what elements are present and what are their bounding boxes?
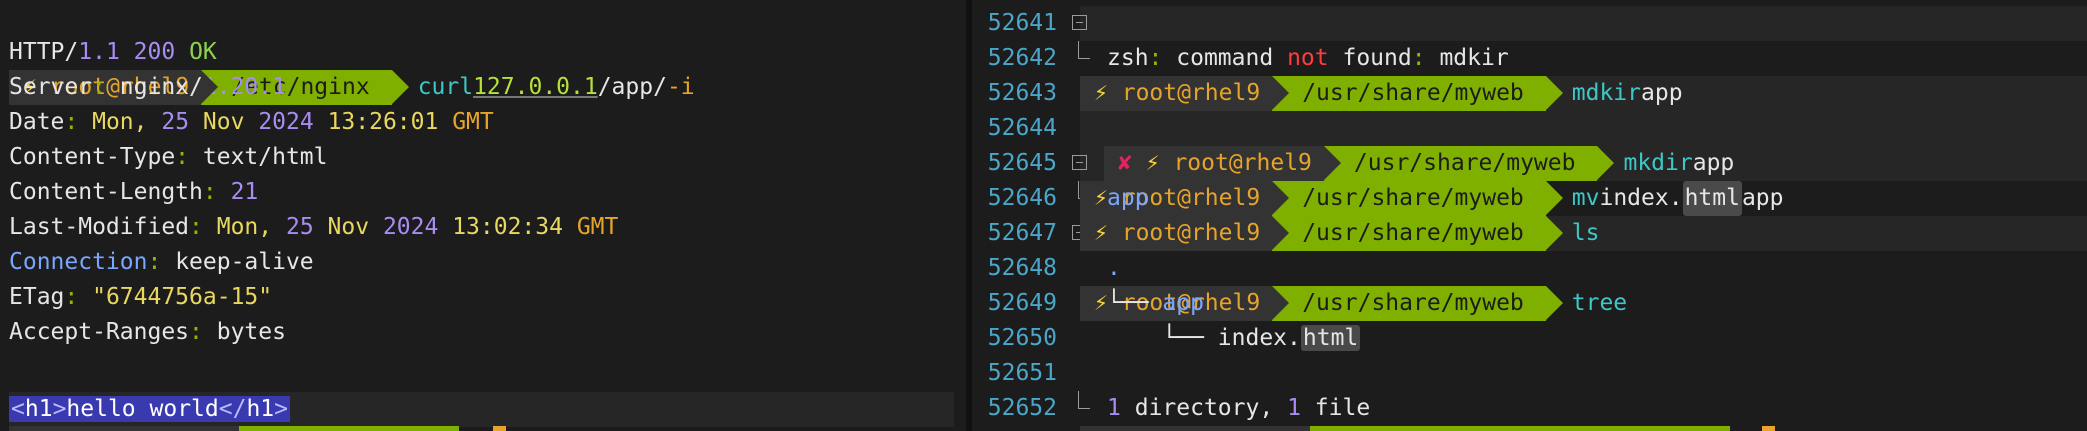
line-number: 52647 (987, 220, 1057, 246)
right-terminal-pane[interactable]: 52641 52642 52643 52644 52645 52646 5264… (972, 0, 2087, 431)
tree-file-entry: └── index.html (1162, 325, 1361, 351)
next-prompt-peek (9, 426, 949, 431)
left-prompt-line: ⚡ root@rhel9/etc/nginx curl 127.0.0.1/app… (9, 0, 949, 105)
line-number: 52650 (987, 325, 1057, 351)
fold-end-icon (1069, 391, 1091, 426)
next-prompt-peek (1080, 426, 2080, 431)
header-date: Date: Mon, 25 Nov 2024 13:26:01 GMT (9, 109, 494, 135)
ls-output: app (1107, 185, 1149, 211)
line-number: 52644 (987, 115, 1057, 141)
header-content-length: Content-Length: 21 (9, 179, 259, 205)
line-number: 52652 (987, 395, 1057, 421)
header-connection: Connection: keep-alive (9, 249, 314, 275)
line-number: 52651 (987, 360, 1057, 386)
prompt-line-mkdir: ✘ ⚡ root@rhel9/usr/share/myweb mkdir app (1104, 76, 1734, 181)
line-number: 52649 (987, 290, 1057, 316)
line-number: 52645 (987, 150, 1057, 176)
line-number: 52646 (987, 185, 1057, 211)
line-number: 52643 (987, 80, 1057, 106)
lightning-icon: ⚡ (1094, 290, 1108, 316)
error-line: zsh: command not found: mdkir (1107, 45, 1509, 71)
cursor (1762, 426, 1775, 431)
header-etag: ETag: "6744756a-15" (9, 284, 273, 310)
left-terminal-pane[interactable]: ⚡ root@rhel9/etc/nginx curl 127.0.0.1/app… (0, 0, 954, 431)
line-number: 52641 (987, 10, 1057, 36)
tree-summary: 1 directory, 1 file (1107, 395, 1371, 421)
line-number: 52648 (987, 255, 1057, 281)
prompt-line-mv: ⚡ root@rhel9/usr/share/myweb mv index. htm… (1080, 111, 1784, 216)
line-number: 52642 (987, 45, 1057, 71)
header-last-modified: Last-Modified: Mon, 25 Nov 2024 13:02:34… (9, 214, 619, 240)
status-line: HTTP/1.1 200 OK (9, 39, 217, 65)
tree-dir-entry: └── app (1107, 290, 1204, 316)
response-body: <h1>hello world</h1> (9, 392, 954, 427)
response-body-selection[interactable]: <h1>hello world</h1> (9, 396, 291, 422)
header-accept-ranges: Accept-Ranges: bytes (9, 319, 286, 345)
tree-root: . (1107, 255, 1121, 281)
cursor (493, 426, 506, 431)
prompt-line-mdkir: ⚡ root@rhel9/usr/share/myweb mdkir app (1080, 6, 1683, 111)
header-content-type: Content-Type: text/html (9, 144, 328, 170)
header-server: Server: nginx/1.20.1 (9, 74, 286, 100)
